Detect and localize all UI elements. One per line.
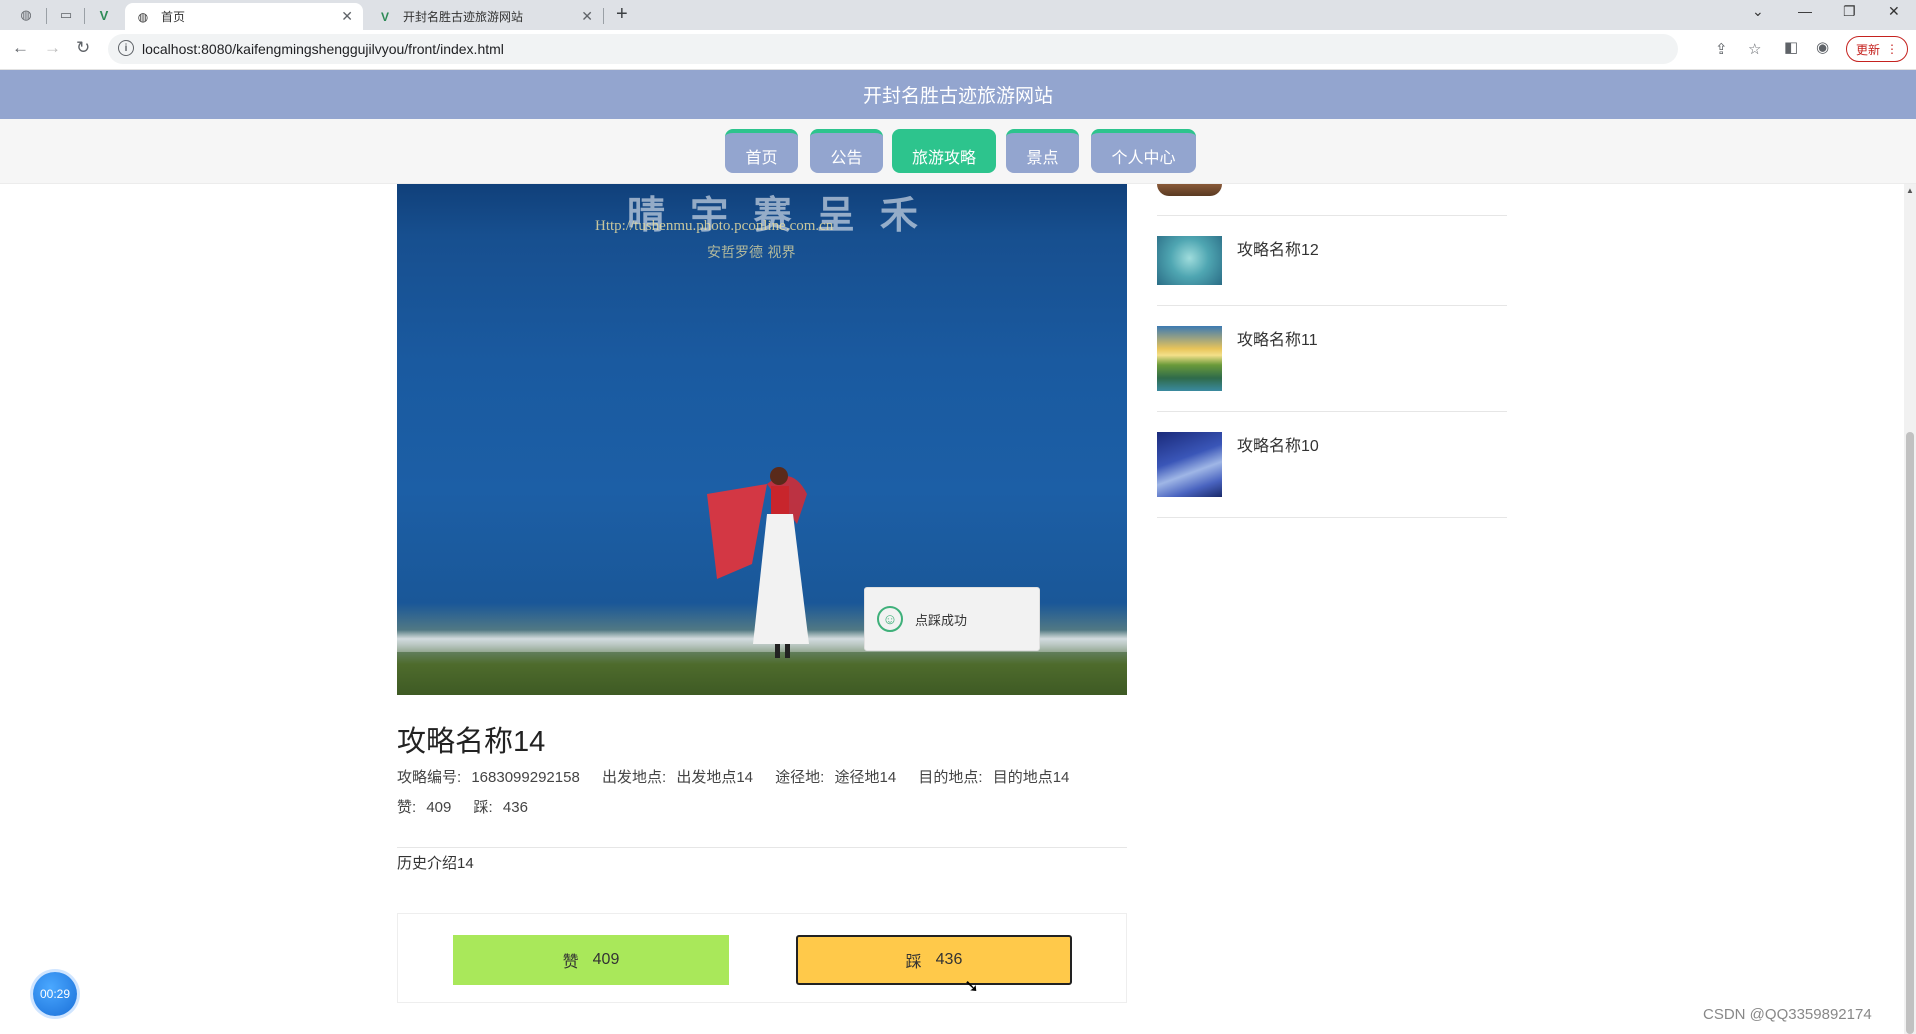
nav-attractions[interactable]: 景点 [1006,129,1079,173]
globe-icon: ◍ [137,9,149,24]
meta-start-label: 出发地点: [601,769,667,786]
update-label: 更新 [1855,42,1880,57]
page-scrollbar[interactable]: ▲ [1904,184,1916,1034]
sidebar-item[interactable]: 攻略名称10 [1157,432,1507,497]
scroll-up-icon[interactable]: ▲ [1906,186,1914,195]
share-icon[interactable]: ⇪ [1715,40,1728,58]
article-meta-votes: 赞: 409 踩: 436 [397,796,534,817]
blank-page-icon[interactable]: ▭ [54,4,78,26]
sidebar-item-thumbnail [1157,326,1222,391]
tab-title: 开封名胜古迹旅游网站 [403,10,524,24]
forward-icon[interactable]: → [44,38,61,58]
meta-dest-value: 目的地点14 [992,769,1070,786]
site-info-icon[interactable]: i [118,40,134,56]
sidebar-item[interactable]: 攻略名称12 [1157,236,1507,286]
sidebar-divider [1157,411,1507,412]
vue-logo-icon[interactable]: V [92,4,116,26]
sidebar-divider [1157,517,1507,518]
sidepanel-icon[interactable]: ◧ [1784,38,1798,56]
minimize-icon[interactable]: — [1798,3,1812,19]
nav-travel-guide[interactable]: 旅游攻略 [892,129,996,173]
sidebar-item-label: 攻略名称10 [1237,438,1319,455]
toast-message: 点踩成功 [915,612,968,628]
browser-tab-bar: ◍ ▭ V ◍ 首页 ✕ V 开封名胜古迹旅游网站 ✕ + ⌄ — ❐ ✕ [0,0,1916,30]
image-watermark-caption: 安哲罗德 视界 [707,245,796,261]
dislike-button-count: 436 [935,951,963,968]
dislike-button[interactable]: 踩 436 [796,935,1072,985]
like-button-label: 赞 [562,954,579,971]
tab-separator [603,8,604,24]
meta-start-value: 出发地点14 [676,769,753,786]
sidebar-divider [1157,215,1507,216]
smile-icon: ☺ [877,606,903,632]
meta-like-value: 409 [426,799,452,816]
nav-personal-center[interactable]: 个人中心 [1091,129,1196,173]
bookmark-star-icon[interactable]: ☆ [1748,40,1761,58]
close-icon[interactable]: ✕ [341,8,353,25]
site-title: 开封名胜古迹旅游网站 [862,86,1053,107]
back-icon[interactable]: ← [12,38,29,58]
sidebar-divider [1157,305,1507,306]
like-button[interactable]: 赞 409 [453,935,729,985]
sidebar-item-thumbnail[interactable] [1157,184,1222,196]
csdn-watermark: CSDN @QQ3359892174 [1703,1006,1872,1023]
tab-separator [84,8,85,24]
like-button-count: 409 [592,951,620,968]
meta-dest-label: 目的地点: [918,769,983,786]
sidebar-item[interactable]: 攻略名称11 [1157,326,1507,391]
nav-home[interactable]: 首页 [725,129,798,173]
sidebar-item-thumbnail [1157,432,1222,497]
tab-site[interactable]: V 开封名胜古迹旅游网站 ✕ [367,3,603,30]
main-nav: 首页 公告 旅游攻略 景点 个人中心 [0,119,1916,184]
tab-title: 首页 [161,10,186,24]
recording-timer: 00:29 [33,972,77,1016]
meta-via-label: 途径地: [775,769,825,786]
scrollbar-thumb[interactable] [1906,432,1914,1034]
vote-panel: 赞 409 踩 436 [397,913,1127,1003]
vue-logo-icon: V [380,9,389,24]
article-title: 攻略名称14 [397,726,546,758]
url-text[interactable]: localhost:8080/kaifengmingshenggujilvyou… [142,41,504,57]
sidebar-item-label: 攻略名称12 [1237,242,1319,259]
close-window-icon[interactable]: ✕ [1888,3,1900,20]
more-menu-icon: ⋮ [1886,42,1898,56]
dancer-figure [707,467,809,658]
update-button[interactable]: 更新 ⋮ [1846,36,1908,62]
sidebar-item-thumbnail [1157,236,1222,285]
mouse-cursor-icon: ➘ [964,976,980,996]
new-tab-button[interactable]: + [616,3,628,26]
section-divider [397,847,1127,848]
restore-icon[interactable]: ❐ [1843,3,1856,20]
tab-search-icon[interactable]: ⌄ [1752,3,1764,20]
article-intro: 历史介绍14 [397,855,474,872]
meta-like-label: 赞: [397,799,417,816]
close-icon[interactable]: ✕ [581,8,593,25]
meta-via-value: 途径地14 [834,769,897,786]
meta-dislike-value: 436 [502,799,528,816]
globe-icon[interactable]: ◍ [14,4,38,26]
meta-id-value: 1683099292158 [471,769,580,786]
tab-home[interactable]: ◍ 首页 ✕ [125,3,363,30]
site-title-bar: 开封名胜古迹旅游网站 [0,70,1916,119]
dislike-button-label: 踩 [905,954,922,971]
tab-separator [46,8,47,24]
reload-icon[interactable]: ↻ [76,38,90,58]
meta-id-label: 攻略编号: [397,769,462,786]
toast-notification: ☺ 点踩成功 [864,587,1040,651]
sidebar-item-label: 攻略名称11 [1237,332,1318,349]
profile-icon[interactable]: ◉ [1816,38,1829,56]
article-meta: 攻略编号: 1683099292158 出发地点: 出发地点14 途径地: 途径… [397,766,1075,787]
meta-dislike-label: 踩: [473,799,493,816]
address-bar[interactable]: i localhost:8080/kaifengmingshenggujilvy… [108,34,1761,64]
browser-toolbar: ← → ↻ i localhost:8080/kaifengmingshengg… [0,30,1916,70]
nav-notice[interactable]: 公告 [810,129,883,173]
image-watermark-url: Http://tushenmu.photo.pconline.com.cn [595,218,834,234]
